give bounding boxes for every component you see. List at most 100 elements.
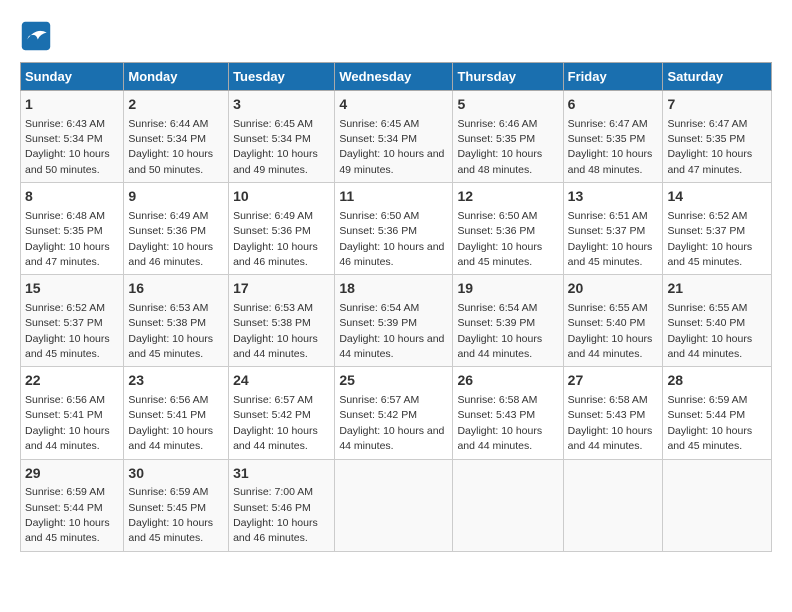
sunset-text: Sunset: 5:36 PM [339,225,417,237]
calendar-cell: 2Sunrise: 6:44 AMSunset: 5:34 PMDaylight… [124,91,229,183]
day-number: 8 [25,187,119,207]
calendar-cell: 30Sunrise: 6:59 AMSunset: 5:45 PMDayligh… [124,459,229,551]
daylight-text: Daylight: 10 hours and 44 minutes. [457,333,542,360]
calendar-cell [563,459,663,551]
sunrise-text: Sunrise: 6:47 AM [667,118,747,130]
daylight-text: Daylight: 10 hours and 50 minutes. [128,148,213,175]
sunset-text: Sunset: 5:35 PM [25,225,103,237]
calendar-cell: 19Sunrise: 6:54 AMSunset: 5:39 PMDayligh… [453,275,563,367]
calendar-cell: 26Sunrise: 6:58 AMSunset: 5:43 PMDayligh… [453,367,563,459]
calendar-cell: 3Sunrise: 6:45 AMSunset: 5:34 PMDaylight… [229,91,335,183]
calendar-cell: 25Sunrise: 6:57 AMSunset: 5:42 PMDayligh… [335,367,453,459]
sunrise-text: Sunrise: 6:49 AM [233,210,313,222]
column-header-sunday: Sunday [21,63,124,91]
sunset-text: Sunset: 5:40 PM [568,317,646,329]
sunset-text: Sunset: 5:37 PM [25,317,103,329]
sunset-text: Sunset: 5:36 PM [457,225,535,237]
sunrise-text: Sunrise: 6:53 AM [233,302,313,314]
day-number: 6 [568,95,659,115]
daylight-text: Daylight: 10 hours and 45 minutes. [667,241,752,268]
header-row: SundayMondayTuesdayWednesdayThursdayFrid… [21,63,772,91]
week-row-5: 29Sunrise: 6:59 AMSunset: 5:44 PMDayligh… [21,459,772,551]
sunset-text: Sunset: 5:40 PM [667,317,745,329]
sunrise-text: Sunrise: 6:48 AM [25,210,105,222]
day-number: 5 [457,95,558,115]
sunset-text: Sunset: 5:34 PM [339,133,417,145]
sunrise-text: Sunrise: 6:53 AM [128,302,208,314]
day-number: 26 [457,371,558,391]
sunrise-text: Sunrise: 6:58 AM [457,394,537,406]
sunset-text: Sunset: 5:44 PM [667,409,745,421]
day-number: 20 [568,279,659,299]
daylight-text: Daylight: 10 hours and 48 minutes. [457,148,542,175]
calendar-cell: 14Sunrise: 6:52 AMSunset: 5:37 PMDayligh… [663,183,772,275]
day-number: 18 [339,279,448,299]
calendar-cell [335,459,453,551]
day-number: 13 [568,187,659,207]
sunset-text: Sunset: 5:46 PM [233,502,311,514]
sunset-text: Sunset: 5:38 PM [128,317,206,329]
column-header-tuesday: Tuesday [229,63,335,91]
sunset-text: Sunset: 5:39 PM [457,317,535,329]
day-number: 4 [339,95,448,115]
sunrise-text: Sunrise: 6:54 AM [457,302,537,314]
calendar-cell: 10Sunrise: 6:49 AMSunset: 5:36 PMDayligh… [229,183,335,275]
calendar-cell: 22Sunrise: 6:56 AMSunset: 5:41 PMDayligh… [21,367,124,459]
daylight-text: Daylight: 10 hours and 45 minutes. [128,517,213,544]
week-row-4: 22Sunrise: 6:56 AMSunset: 5:41 PMDayligh… [21,367,772,459]
calendar-cell: 5Sunrise: 6:46 AMSunset: 5:35 PMDaylight… [453,91,563,183]
week-row-2: 8 Sunrise: 6:48 AM Sunset: 5:35 PM Daylight… [21,183,772,275]
sunset-text: Sunset: 5:41 PM [128,409,206,421]
sunset-text: Sunset: 5:34 PM [233,133,311,145]
day-number: 27 [568,371,659,391]
daylight-text: Daylight: 10 hours and 44 minutes. [457,425,542,452]
day-number: 14 [667,187,767,207]
calendar-cell: 7Sunrise: 6:47 AMSunset: 5:35 PMDaylight… [663,91,772,183]
daylight-text: Daylight: 10 hours and 44 minutes. [128,425,213,452]
day-number: 21 [667,279,767,299]
sunset-text: Sunset: 5:35 PM [667,133,745,145]
day-number: 9 [128,187,224,207]
daylight-text: Daylight: 10 hours and 45 minutes. [25,333,110,360]
sunrise-text: Sunrise: 6:47 AM [568,118,648,130]
day-number: 7 [667,95,767,115]
sunrise-text: Sunrise: 6:43 AM [25,118,105,130]
daylight-text: Daylight: 10 hours and 45 minutes. [457,241,542,268]
daylight-text: Daylight: 10 hours and 44 minutes. [568,333,653,360]
calendar-cell: 20Sunrise: 6:55 AMSunset: 5:40 PMDayligh… [563,275,663,367]
day-number: 3 [233,95,330,115]
sunrise-text: Sunrise: 6:55 AM [667,302,747,314]
column-header-monday: Monday [124,63,229,91]
sunset-text: Sunset: 5:34 PM [25,133,103,145]
sunrise-text: Sunrise: 6:58 AM [568,394,648,406]
sunrise-text: Sunrise: 6:46 AM [457,118,537,130]
calendar-cell: 16Sunrise: 6:53 AMSunset: 5:38 PMDayligh… [124,275,229,367]
day-number: 10 [233,187,330,207]
daylight-text: Daylight: 10 hours and 46 minutes. [233,517,318,544]
logo [20,20,56,52]
day-number: 12 [457,187,558,207]
daylight-text: Daylight: 10 hours and 45 minutes. [128,333,213,360]
sunrise-text: Sunrise: 6:51 AM [568,210,648,222]
day-number: 28 [667,371,767,391]
calendar-cell: 29Sunrise: 6:59 AMSunset: 5:44 PMDayligh… [21,459,124,551]
daylight-text: Daylight: 10 hours and 49 minutes. [233,148,318,175]
calendar-cell [453,459,563,551]
daylight-text: Daylight: 10 hours and 45 minutes. [568,241,653,268]
daylight-text: Daylight: 10 hours and 44 minutes. [233,333,318,360]
day-number: 29 [25,464,119,484]
sunrise-text: Sunrise: 6:44 AM [128,118,208,130]
day-number: 2 [128,95,224,115]
daylight-text: Daylight: 10 hours and 46 minutes. [339,241,444,268]
day-number: 15 [25,279,119,299]
daylight-text: Daylight: 10 hours and 44 minutes. [233,425,318,452]
sunrise-text: Sunrise: 7:00 AM [233,486,313,498]
sunset-text: Sunset: 5:45 PM [128,502,206,514]
sunset-text: Sunset: 5:36 PM [128,225,206,237]
sunset-text: Sunset: 5:42 PM [233,409,311,421]
daylight-text: Daylight: 10 hours and 50 minutes. [25,148,110,175]
calendar-cell: 27Sunrise: 6:58 AMSunset: 5:43 PMDayligh… [563,367,663,459]
sunset-text: Sunset: 5:42 PM [339,409,417,421]
daylight-text: Daylight: 10 hours and 44 minutes. [25,425,110,452]
daylight-text: Daylight: 10 hours and 44 minutes. [568,425,653,452]
